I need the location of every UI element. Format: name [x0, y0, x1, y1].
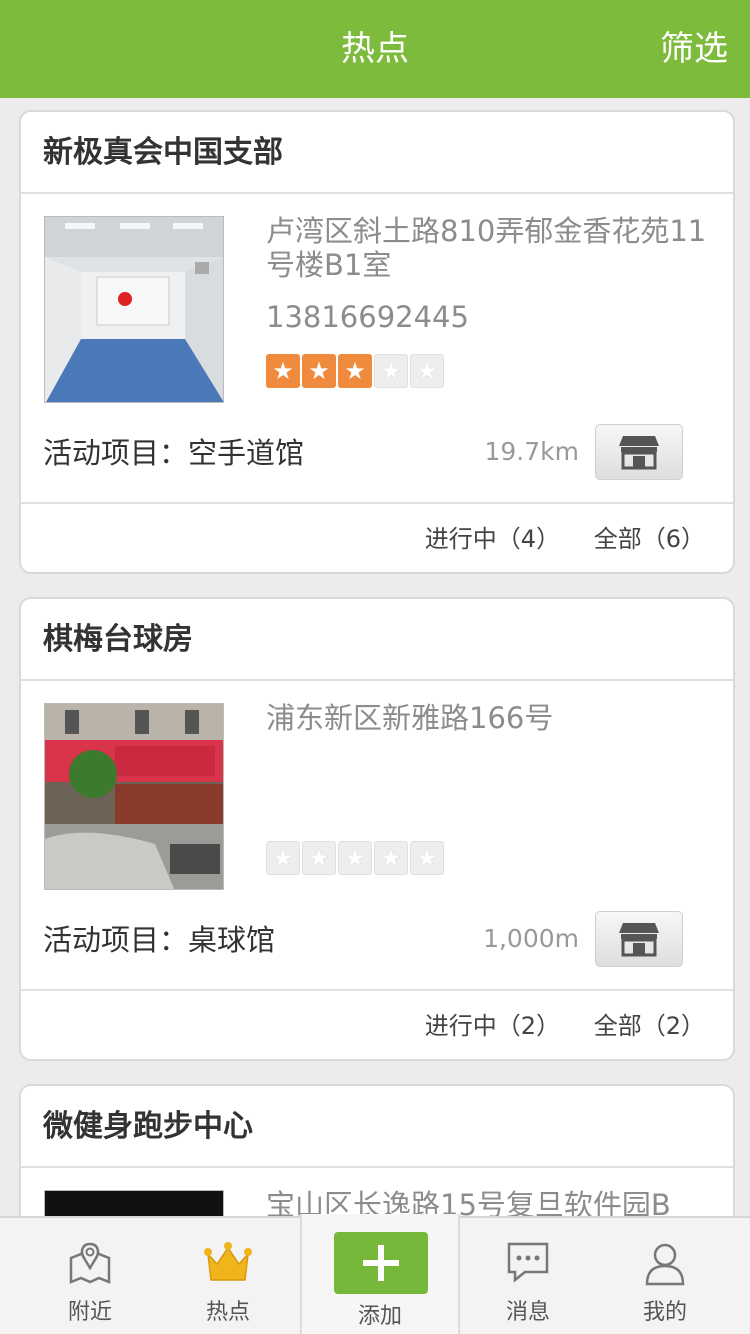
store-icon — [619, 923, 659, 957]
store-icon — [619, 436, 659, 470]
status-row: 进行中（2） 全部（2） — [399, 991, 705, 1059]
all-count-link[interactable]: 全部（6） — [594, 525, 705, 553]
store-button[interactable] — [595, 424, 683, 480]
star-icon: ★ — [338, 841, 372, 875]
tab-messages[interactable]: 消息 — [453, 1218, 603, 1334]
activity-type: 活动项目：桌球馆 — [43, 923, 276, 957]
rating-stars: ★ ★ ★ ★ ★ — [266, 841, 446, 875]
venue-photo[interactable] — [44, 216, 224, 403]
chat-icon — [505, 1240, 551, 1290]
crown-icon — [203, 1240, 253, 1290]
bottom-tab-bar: 附近 热点 添加 消息 我的 — [0, 1214, 750, 1334]
venue-address: 宝山区长逸路15号复旦软件园B — [266, 1188, 671, 1216]
user-icon — [643, 1240, 687, 1292]
ongoing-count-link[interactable]: 进行中（2） — [425, 1012, 560, 1040]
tab-label: 我的 — [642, 1300, 687, 1325]
venue-name: 新极真会中国支部 — [43, 135, 283, 170]
star-icon: ★ — [266, 354, 300, 388]
filter-button[interactable]: 筛选 — [660, 0, 728, 98]
star-icon: ★ — [302, 354, 336, 388]
tab-label: 消息 — [505, 1300, 550, 1325]
store-button[interactable] — [595, 911, 683, 967]
distance: 1,000m — [483, 924, 579, 953]
star-icon: ★ — [410, 354, 444, 388]
venue-phone[interactable]: 13816692445 — [266, 300, 469, 334]
tab-hot[interactable]: 热点 — [153, 1218, 303, 1334]
star-icon: ★ — [302, 841, 336, 875]
star-icon: ★ — [338, 354, 372, 388]
venue-photo[interactable] — [44, 703, 224, 890]
star-icon: ★ — [374, 354, 408, 388]
page-title: 热点 — [341, 29, 409, 69]
tab-nearby[interactable]: 附近 — [15, 1218, 165, 1334]
ongoing-count-link[interactable]: 进行中（4） — [425, 525, 560, 553]
add-button[interactable] — [334, 1232, 428, 1294]
divider — [21, 679, 733, 681]
venue-card[interactable]: 新极真会中国支部 卢湾区斜土路810弄郁金香花苑11号楼B1室 13816692… — [19, 110, 735, 574]
venue-photo[interactable] — [44, 1190, 224, 1216]
tab-label: 添加 — [357, 1304, 402, 1329]
tab-label: 热点 — [205, 1300, 250, 1325]
plus-icon — [363, 1245, 399, 1281]
venue-name: 微健身跑步中心 — [43, 1109, 253, 1144]
venue-address: 浦东新区新雅路166号 — [266, 701, 554, 735]
star-icon: ★ — [374, 841, 408, 875]
all-count-link[interactable]: 全部（2） — [594, 1012, 705, 1040]
tab-mine[interactable]: 我的 — [590, 1218, 740, 1334]
venue-address: 卢湾区斜土路810弄郁金香花苑11号楼B1室 — [266, 214, 707, 282]
map-pin-icon — [67, 1240, 113, 1292]
tab-add[interactable]: 添加 — [300, 1214, 460, 1334]
tab-label: 附近 — [67, 1300, 112, 1325]
venue-name: 棋梅台球房 — [43, 622, 193, 657]
divider — [21, 1166, 733, 1168]
distance: 19.7km — [484, 437, 580, 466]
divider — [21, 192, 733, 194]
top-bar: 热点 筛选 — [0, 0, 750, 98]
rating-stars: ★ ★ ★ ★ ★ — [266, 354, 446, 388]
status-row: 进行中（4） 全部（6） — [399, 504, 705, 572]
star-icon: ★ — [410, 841, 444, 875]
venue-card[interactable]: 微健身跑步中心 宝山区长逸路15号复旦软件园B — [19, 1084, 735, 1216]
activity-type: 活动项目：空手道馆 — [43, 436, 305, 470]
venue-list[interactable]: 新极真会中国支部 卢湾区斜土路810弄郁金香花苑11号楼B1室 13816692… — [0, 98, 750, 1216]
venue-card[interactable]: 棋梅台球房 浦东新区新雅路166号 ★ ★ ★ ★ ★ 活动项目：桌球馆 1,0… — [19, 597, 735, 1061]
star-icon: ★ — [266, 841, 300, 875]
